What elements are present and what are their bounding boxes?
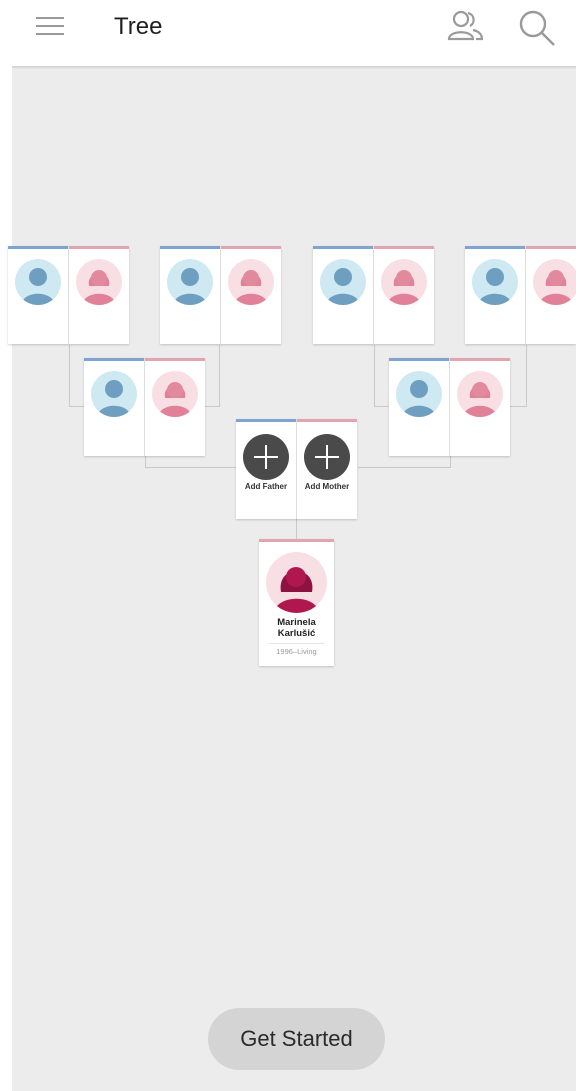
female-avatar-icon (76, 259, 122, 305)
female-avatar-icon (457, 371, 503, 417)
female-avatar-icon (533, 259, 576, 305)
parents-card: Add Father Add Mother (236, 419, 357, 519)
plus-icon (304, 434, 350, 480)
great-grandparents-card-4[interactable] (465, 246, 576, 344)
male-ancestor-slot[interactable] (313, 246, 373, 347)
great-grandparents-card-3[interactable] (313, 246, 434, 344)
person-name: Marinela Karlušić (277, 617, 316, 639)
female-ancestor-slot[interactable] (374, 246, 434, 347)
female-ancestor-slot[interactable] (450, 358, 510, 459)
person-dates: 1996–Living (276, 647, 317, 656)
great-grandparents-card-2[interactable] (160, 246, 281, 344)
grandparents-card-1[interactable] (84, 358, 205, 456)
female-ancestor-slot[interactable] (145, 358, 205, 459)
male-avatar-icon (396, 371, 442, 417)
female-avatar-icon (228, 259, 274, 305)
female-ancestor-slot[interactable] (526, 246, 576, 347)
male-ancestor-slot[interactable] (389, 358, 449, 459)
app-bar: Tree (0, 0, 576, 69)
page-title: Tree (114, 13, 163, 40)
female-ancestor-slot[interactable] (69, 246, 129, 347)
male-ancestor-slot[interactable] (465, 246, 525, 347)
male-ancestor-slot[interactable] (8, 246, 68, 347)
hamburger-menu-icon[interactable] (36, 17, 64, 37)
plus-icon (243, 434, 289, 480)
male-avatar-icon (320, 259, 366, 305)
female-avatar-icon (381, 259, 427, 305)
add-father-label: Add Father (244, 482, 288, 491)
male-ancestor-slot[interactable] (84, 358, 144, 459)
grandparents-card-2[interactable] (389, 358, 510, 456)
add-mother-label: Add Mother (304, 482, 350, 491)
add-father-button[interactable]: Add Father (236, 419, 296, 522)
female-ancestor-slot[interactable] (221, 246, 281, 347)
male-avatar-icon (167, 259, 213, 305)
male-avatar-icon (472, 259, 518, 305)
root-person-card[interactable]: Marinela Karlušić 1996–Living (259, 539, 334, 666)
female-avatar-icon (266, 552, 327, 613)
great-grandparents-card-1[interactable] (8, 246, 129, 344)
people-icon[interactable] (446, 9, 486, 45)
male-avatar-icon (91, 371, 137, 417)
male-ancestor-slot[interactable] (160, 246, 220, 347)
add-mother-button[interactable]: Add Mother (297, 419, 357, 522)
male-avatar-icon (15, 259, 61, 305)
female-avatar-icon (152, 371, 198, 417)
get-started-button[interactable]: Get Started (208, 1008, 385, 1070)
search-icon[interactable] (517, 8, 557, 48)
